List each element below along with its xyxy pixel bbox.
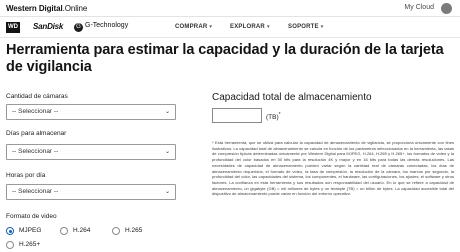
my-cloud-link[interactable]: My Cloud: [404, 4, 434, 11]
gtechnology-mark-icon: G: [74, 23, 83, 32]
brand-suffix: .Online: [62, 4, 88, 13]
brand-link[interactable]: Western Digital.Online: [6, 4, 87, 13]
radio-icon: [6, 241, 14, 249]
chevron-down-icon: ⌄: [164, 149, 170, 155]
capacity-disclaimer: * Esta herramienta, que se utiliza para …: [212, 140, 454, 197]
cameras-select[interactable]: -- Seleccionar -- ⌄: [6, 104, 176, 120]
nav-comprar[interactable]: COMPRAR ▾: [175, 24, 212, 30]
top-bar: Western Digital.Online My Cloud: [0, 0, 460, 17]
chevron-down-icon: ⌄: [164, 109, 170, 115]
format-option-h264[interactable]: H.264: [60, 227, 105, 237]
format-option-mjpeg[interactable]: MJPEG: [6, 227, 56, 237]
nav-explorar[interactable]: EXPLORAR ▾: [230, 24, 270, 30]
brand-name: Western Digital: [6, 4, 63, 13]
days-label: Días para almacenar: [6, 130, 67, 137]
capacity-output-field: [212, 108, 262, 123]
main-nav: WD SanDisk G G-Technology COMPRAR ▾ EXPLOR…: [0, 17, 460, 38]
hours-select-value: -- Seleccionar --: [12, 188, 59, 195]
format-option-label: H.265+: [19, 241, 41, 248]
nav-soporte[interactable]: SOPORTE ▾: [288, 24, 323, 30]
chevron-down-icon: ▾: [209, 24, 213, 30]
sandisk-logo[interactable]: SanDisk: [33, 22, 63, 31]
nav-comprar-label: COMPRAR: [175, 24, 208, 30]
format-option-h265plus[interactable]: H.265+: [6, 241, 56, 251]
chevron-down-icon: ▾: [266, 24, 270, 30]
format-option-h265[interactable]: H.265: [112, 227, 157, 237]
gtechnology-label: G-Technology: [85, 22, 129, 29]
capacity-unit-footnote-mark: *: [278, 112, 281, 118]
capacity-unit-text: (TB): [266, 114, 279, 122]
chevron-down-icon: ⌄: [164, 189, 170, 195]
radio-icon: [60, 227, 68, 235]
page-title: Herramienta para estimar la capacidad y …: [6, 42, 444, 75]
hours-label: Horas por día: [6, 172, 46, 179]
radio-icon: [112, 227, 120, 235]
radio-selected-icon: [6, 227, 14, 235]
hours-select[interactable]: -- Seleccionar -- ⌄: [6, 184, 176, 200]
nav-soporte-label: SOPORTE: [288, 24, 319, 30]
days-select[interactable]: -- Seleccionar -- ⌄: [6, 144, 176, 160]
format-option-label: H.264: [73, 227, 91, 234]
chevron-down-icon: ▾: [320, 24, 324, 30]
capacity-unit: (TB)*: [266, 112, 281, 121]
days-select-value: -- Seleccionar --: [12, 148, 59, 155]
user-account-icon[interactable]: [441, 3, 452, 14]
format-label: Formato de video: [6, 213, 57, 220]
cameras-label: Cantidad de cámaras: [6, 93, 68, 100]
format-option-label: MJPEG: [19, 227, 42, 234]
format-option-label: H.265: [125, 227, 143, 234]
nav-explorar-label: EXPLORAR: [230, 24, 265, 30]
wd-logo[interactable]: WD: [6, 22, 20, 33]
gtechnology-logo[interactable]: G G-Technology: [74, 22, 128, 32]
capacity-heading: Capacidad total de almacenamiento: [212, 92, 372, 103]
cameras-select-value: -- Seleccionar --: [12, 108, 59, 115]
